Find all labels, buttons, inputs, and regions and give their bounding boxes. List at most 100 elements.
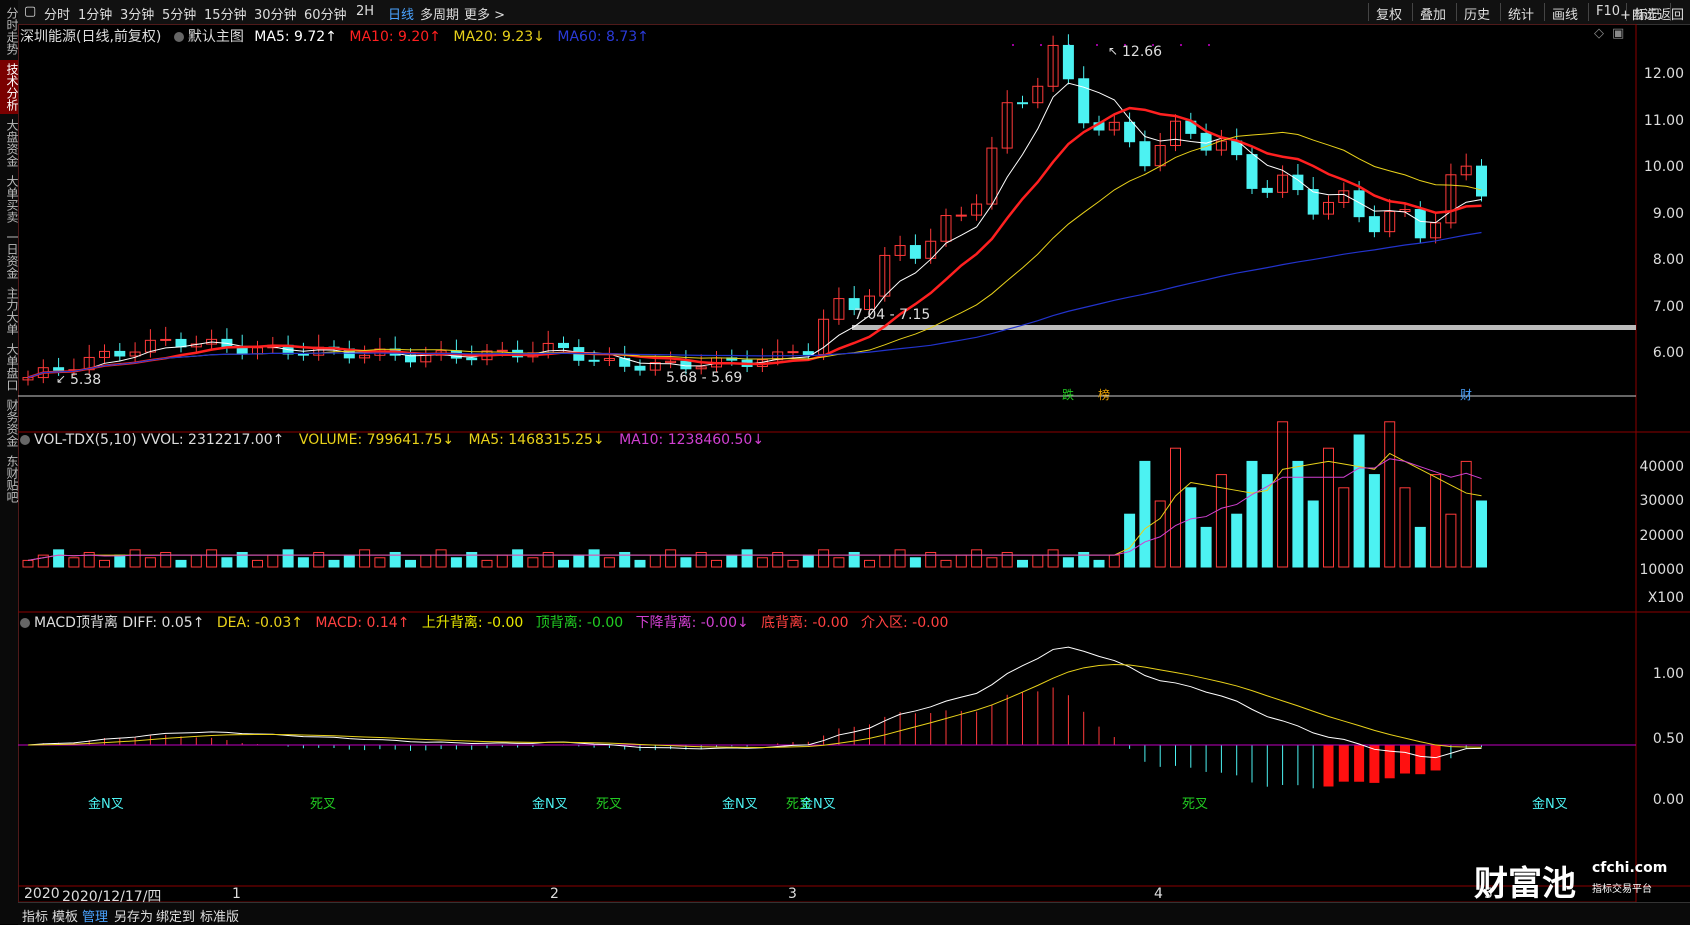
- status-standard[interactable]: 标准版: [200, 906, 239, 925]
- status-save-as[interactable]: 另存为: [114, 906, 153, 925]
- price-tick: 10.00: [1643, 159, 1684, 175]
- overlay-button[interactable]: 叠加: [1420, 4, 1446, 23]
- vol-name[interactable]: VOL-TDX(5,10): [34, 432, 137, 448]
- period-3min[interactable]: 3分钟: [120, 4, 154, 23]
- volume-bar: [1108, 554, 1120, 568]
- high-label: 12.66: [1122, 44, 1163, 60]
- status-manage[interactable]: 管理: [82, 906, 108, 925]
- watermark-site: cfchi.com: [1592, 860, 1668, 876]
- volume-bar: [864, 559, 875, 568]
- volume-bar: [22, 559, 34, 568]
- volume-bar: [818, 549, 830, 568]
- macd-legend: MACD顶背离 DIFF: 0.05↑ DEA: -0.03↑ MACD: 0.…: [20, 612, 948, 632]
- stats-button[interactable]: 统计: [1508, 4, 1534, 23]
- range-label-lower: 5.68 - 5.69: [666, 370, 743, 386]
- template-name[interactable]: 默认主图: [188, 29, 244, 45]
- side-tab-main-big[interactable]: 主力大单: [0, 284, 19, 338]
- volume-bar: [114, 554, 126, 568]
- volume-bar: [420, 554, 432, 568]
- dot-marker: [1208, 44, 1210, 46]
- candle-down: [1307, 189, 1319, 215]
- dot-marker: [1040, 44, 1042, 46]
- chart-area[interactable]: [18, 24, 1690, 902]
- volume-bar: [1200, 526, 1212, 568]
- period-60min[interactable]: 60分钟: [304, 4, 347, 23]
- volume-bar: [1170, 447, 1181, 568]
- side-tab-forum[interactable]: 东财贴吧: [0, 452, 19, 506]
- volume-bar: [190, 554, 202, 568]
- candle-down: [1368, 216, 1380, 233]
- volume-bar: [955, 554, 967, 568]
- period-toolbar: ▢ 分时 1分钟 3分钟 5分钟 15分钟 30分钟 60分钟 2H 日线 多周…: [18, 0, 1690, 25]
- draw-button[interactable]: 画线: [1552, 4, 1578, 23]
- candle-up: [496, 349, 508, 352]
- candle-down: [588, 359, 600, 362]
- side-tab-technical[interactable]: 技术分析: [0, 60, 19, 114]
- volume-bar: [252, 559, 263, 568]
- low-label: 5.38: [70, 372, 102, 388]
- volume-bar: [206, 549, 218, 568]
- volume-bar: [603, 557, 615, 568]
- stock-title[interactable]: 深圳能源(日线,前复权): [20, 29, 161, 45]
- macd-name[interactable]: MACD顶背离: [34, 615, 118, 631]
- square-icon[interactable]: ▢: [24, 4, 36, 19]
- status-template[interactable]: 模板: [52, 906, 78, 925]
- period-daily[interactable]: 日线: [388, 4, 414, 23]
- volume-bar: [53, 549, 65, 568]
- candle-down: [1353, 190, 1365, 218]
- side-tab-big-orders[interactable]: 大单买卖: [0, 172, 19, 226]
- vol-unit: X100: [1647, 590, 1684, 606]
- candle-down: [1078, 78, 1090, 124]
- vol-settings-icon[interactable]: [20, 435, 30, 445]
- volume-bar: [1093, 559, 1105, 568]
- period-30min[interactable]: 30分钟: [254, 4, 297, 23]
- period-more[interactable]: 更多 >: [464, 4, 505, 23]
- left-sidebar: 分时走势 技术分析 大盘资金 大单买卖 一日资金 主力大单 大单盘口 财务资金 …: [0, 0, 19, 924]
- signal-label: 金N叉: [722, 797, 758, 812]
- x-label: 2020: [24, 886, 60, 902]
- period-2h[interactable]: 2H: [356, 4, 374, 19]
- marker-drop[interactable]: 跌: [1062, 386, 1074, 403]
- dea-value: DEA: -0.03↑: [216, 615, 303, 631]
- macd-tick: 1.00: [1652, 666, 1684, 682]
- price-tick: 11.00: [1643, 113, 1684, 129]
- period-15min[interactable]: 15分钟: [204, 4, 247, 23]
- side-tab-big-quote[interactable]: 大单盘口: [0, 340, 19, 394]
- f10-button[interactable]: F10: [1596, 4, 1620, 19]
- side-tab-timeshare[interactable]: 分时走势: [0, 4, 19, 58]
- window-icon[interactable]: ▣: [1612, 26, 1624, 41]
- down-div-value: 下降背离: -0.00↓: [635, 615, 749, 631]
- fq-button[interactable]: 复权: [1376, 4, 1402, 23]
- add-watch-button[interactable]: +自选: [1620, 4, 1657, 23]
- ma10-value: MA10: 9.20↑: [349, 29, 441, 45]
- marker-rank[interactable]: 榜: [1098, 386, 1110, 403]
- macd-settings-icon[interactable]: [20, 618, 30, 628]
- volume-bar: [1368, 474, 1380, 568]
- volume-bar: [1399, 487, 1411, 568]
- volume-bar: [726, 554, 738, 568]
- macd-bar-fill: [1323, 745, 1334, 787]
- period-5min[interactable]: 5分钟: [162, 4, 196, 23]
- ma10-line: [27, 106, 1482, 379]
- volume-bar: [435, 549, 447, 568]
- top-div-value: 顶背离: -0.00: [535, 615, 624, 631]
- watermark-brand: 财富池: [1474, 864, 1576, 904]
- ma5-line: [27, 82, 1482, 379]
- status-bind[interactable]: 绑定到: [156, 906, 195, 925]
- side-tab-day-funds[interactable]: 一日资金: [0, 228, 19, 282]
- volume-bar: [221, 557, 233, 568]
- side-tab-market-funds[interactable]: 大盘资金: [0, 116, 19, 170]
- back-button[interactable]: 返回: [1658, 4, 1684, 23]
- period-timeshare[interactable]: 分时: [44, 4, 70, 23]
- history-button[interactable]: 历史: [1464, 4, 1490, 23]
- settings-icon[interactable]: [173, 32, 184, 42]
- diamond-icon[interactable]: ◇: [1594, 26, 1604, 41]
- side-tab-finance[interactable]: 财务资金: [0, 396, 19, 450]
- period-1min[interactable]: 1分钟: [78, 4, 112, 23]
- marker-finance[interactable]: 财: [1460, 386, 1472, 403]
- volume-bar: [787, 559, 799, 568]
- period-multi[interactable]: 多周期: [420, 4, 459, 23]
- macd-tick: 0.00: [1652, 792, 1684, 808]
- volume-bar: [741, 549, 753, 568]
- status-indicator[interactable]: 指标: [22, 906, 48, 925]
